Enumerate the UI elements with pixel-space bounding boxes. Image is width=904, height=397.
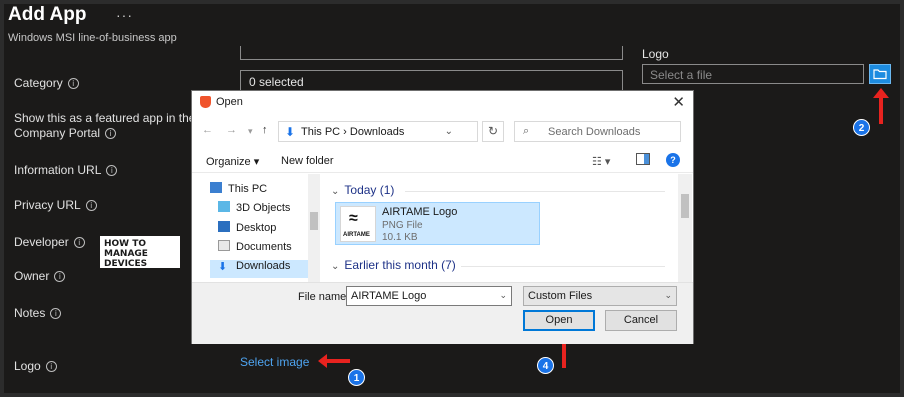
arrow-left-icon [318,354,350,368]
page-title: Add App [8,4,87,25]
dialog-titlebar: Open ✕ [192,91,693,113]
airtame-logo-symbol: ≈ [349,210,358,227]
search-placeholder: Search Downloads [548,126,641,138]
close-button[interactable]: ✕ [672,93,685,111]
scrollbar-thumb[interactable] [681,194,689,218]
cancel-button[interactable]: Cancel [605,310,677,331]
file-item-airtame-logo[interactable]: ≈ AIRTAME AIRTAME Logo PNG File 10.1 KB [335,202,540,245]
file-list: ⌄ Today (1) ≈ AIRTAME AIRTAME Logo PNG Fi… [321,174,693,282]
file-type: PNG File [382,220,423,231]
category-select[interactable]: 0 selected [240,70,623,92]
logo-file-input[interactable]: Select a file [642,64,864,84]
logo-upload-label: Logo [642,47,669,61]
dialog-title: Open [216,96,243,108]
dialog-footer: File name: AIRTAME Logo ⌄ Custom Files ⌄… [192,282,693,344]
category-label: Category i [14,76,79,90]
info-icon[interactable]: i [54,271,66,282]
forward-arrow-icon[interactable]: → [226,124,237,136]
search-icon: ⌕ [523,125,530,137]
arrow-up-icon [873,88,889,124]
help-icon[interactable]: ? [666,153,680,167]
chevron-down-icon[interactable]: ⌄ [499,290,507,301]
new-folder-button[interactable]: New folder [281,155,334,167]
desktop-icon [218,221,230,232]
info-icon[interactable]: i [45,361,57,372]
watermark-logo: HOW TO MANAGE DEVICES [100,236,180,269]
file-name: AIRTAME Logo [382,206,458,218]
cube-icon [218,201,230,212]
more-options-button[interactable]: ··· [116,7,133,23]
chevron-down-icon: ⌄ [331,186,340,197]
search-input[interactable]: ⌕ Search Downloads [514,121,681,142]
info-icon[interactable]: i [105,128,117,139]
page-subtitle: Windows MSI line-of-business app [8,32,177,44]
file-type-filter[interactable]: Custom Files ⌄ [523,286,677,306]
file-size: 10.1 KB [382,232,418,243]
featured-app-label: Show this as a featured app in the Compa… [14,111,196,140]
info-icon[interactable]: i [67,78,79,89]
file-thumbnail: ≈ AIRTAME [340,206,376,242]
select-image-link[interactable]: Select image [240,355,309,369]
step-badge-2: 2 [853,119,870,136]
chevron-down-icon: ⌄ [331,261,340,272]
refresh-button[interactable]: ↻ [482,121,504,142]
dialog-toolbar: Organize ▾ New folder ☷ ▾ ? [192,149,693,173]
download-icon: ⬇ [218,261,228,273]
group-divider [405,191,665,192]
computer-icon [210,182,222,193]
folder-icon [873,69,887,80]
chevron-down-icon[interactable]: ⌄ [664,290,672,301]
download-folder-icon: ⬇ [285,125,296,139]
group-header-today[interactable]: ⌄ Today (1) [331,183,394,197]
logo-label: Logo i [14,359,57,373]
airtame-logo-text: AIRTAME [343,232,370,238]
file-name-label: File name: [298,291,350,303]
step-badge-4: 4 [537,357,554,374]
file-name-input[interactable]: AIRTAME Logo ⌄ [346,286,512,306]
open-button[interactable]: Open [523,310,595,331]
file-list-scrollbar[interactable] [678,174,692,282]
breadcrumb: This PC › Downloads [301,126,405,138]
navigation-pane: This PC 3D Objects Desktop Documents ⬇ Do… [192,174,320,282]
group-divider [461,266,665,267]
information-url-label: Information URL i [14,163,118,177]
preview-pane-icon[interactable] [636,153,650,168]
recent-chevron-icon[interactable]: ▾ [248,126,253,137]
view-options-icon[interactable]: ☷ ▾ [592,155,610,168]
step-badge-1: 1 [348,369,365,386]
notes-label: Notes i [14,306,62,320]
document-icon [218,240,230,251]
address-bar[interactable]: ⬇ This PC › Downloads ⌄ [278,121,478,142]
organize-menu[interactable]: Organize ▾ [206,155,259,168]
browse-folder-button[interactable] [869,64,891,84]
info-icon[interactable]: i [85,200,97,211]
group-header-earlier[interactable]: ⌄ Earlier this month (7) [331,258,456,272]
brave-browser-icon [200,96,211,108]
owner-label: Owner i [14,269,66,283]
developer-label: Developer i [14,235,85,249]
description-field[interactable] [240,46,623,60]
up-arrow-icon[interactable]: ↑ [262,124,268,136]
navigation-bar: ← → ▾ ↑ ⬇ This PC › Downloads ⌄ ↻ ⌕ Sear… [192,117,693,145]
privacy-url-label: Privacy URL i [14,198,97,212]
open-file-dialog: Open ✕ ← → ▾ ↑ ⬇ This PC › Downloads ⌄ ↻… [191,90,694,344]
chevron-down-icon[interactable]: ⌄ [445,126,453,137]
info-icon[interactable]: i [73,237,85,248]
info-icon[interactable]: i [50,308,62,319]
nav-item-downloads[interactable]: ⬇ Downloads [210,260,308,278]
nav-scrollbar[interactable] [308,174,320,282]
info-icon[interactable]: i [106,165,118,176]
back-arrow-icon[interactable]: ← [202,124,213,136]
scrollbar-thumb[interactable] [310,212,318,230]
